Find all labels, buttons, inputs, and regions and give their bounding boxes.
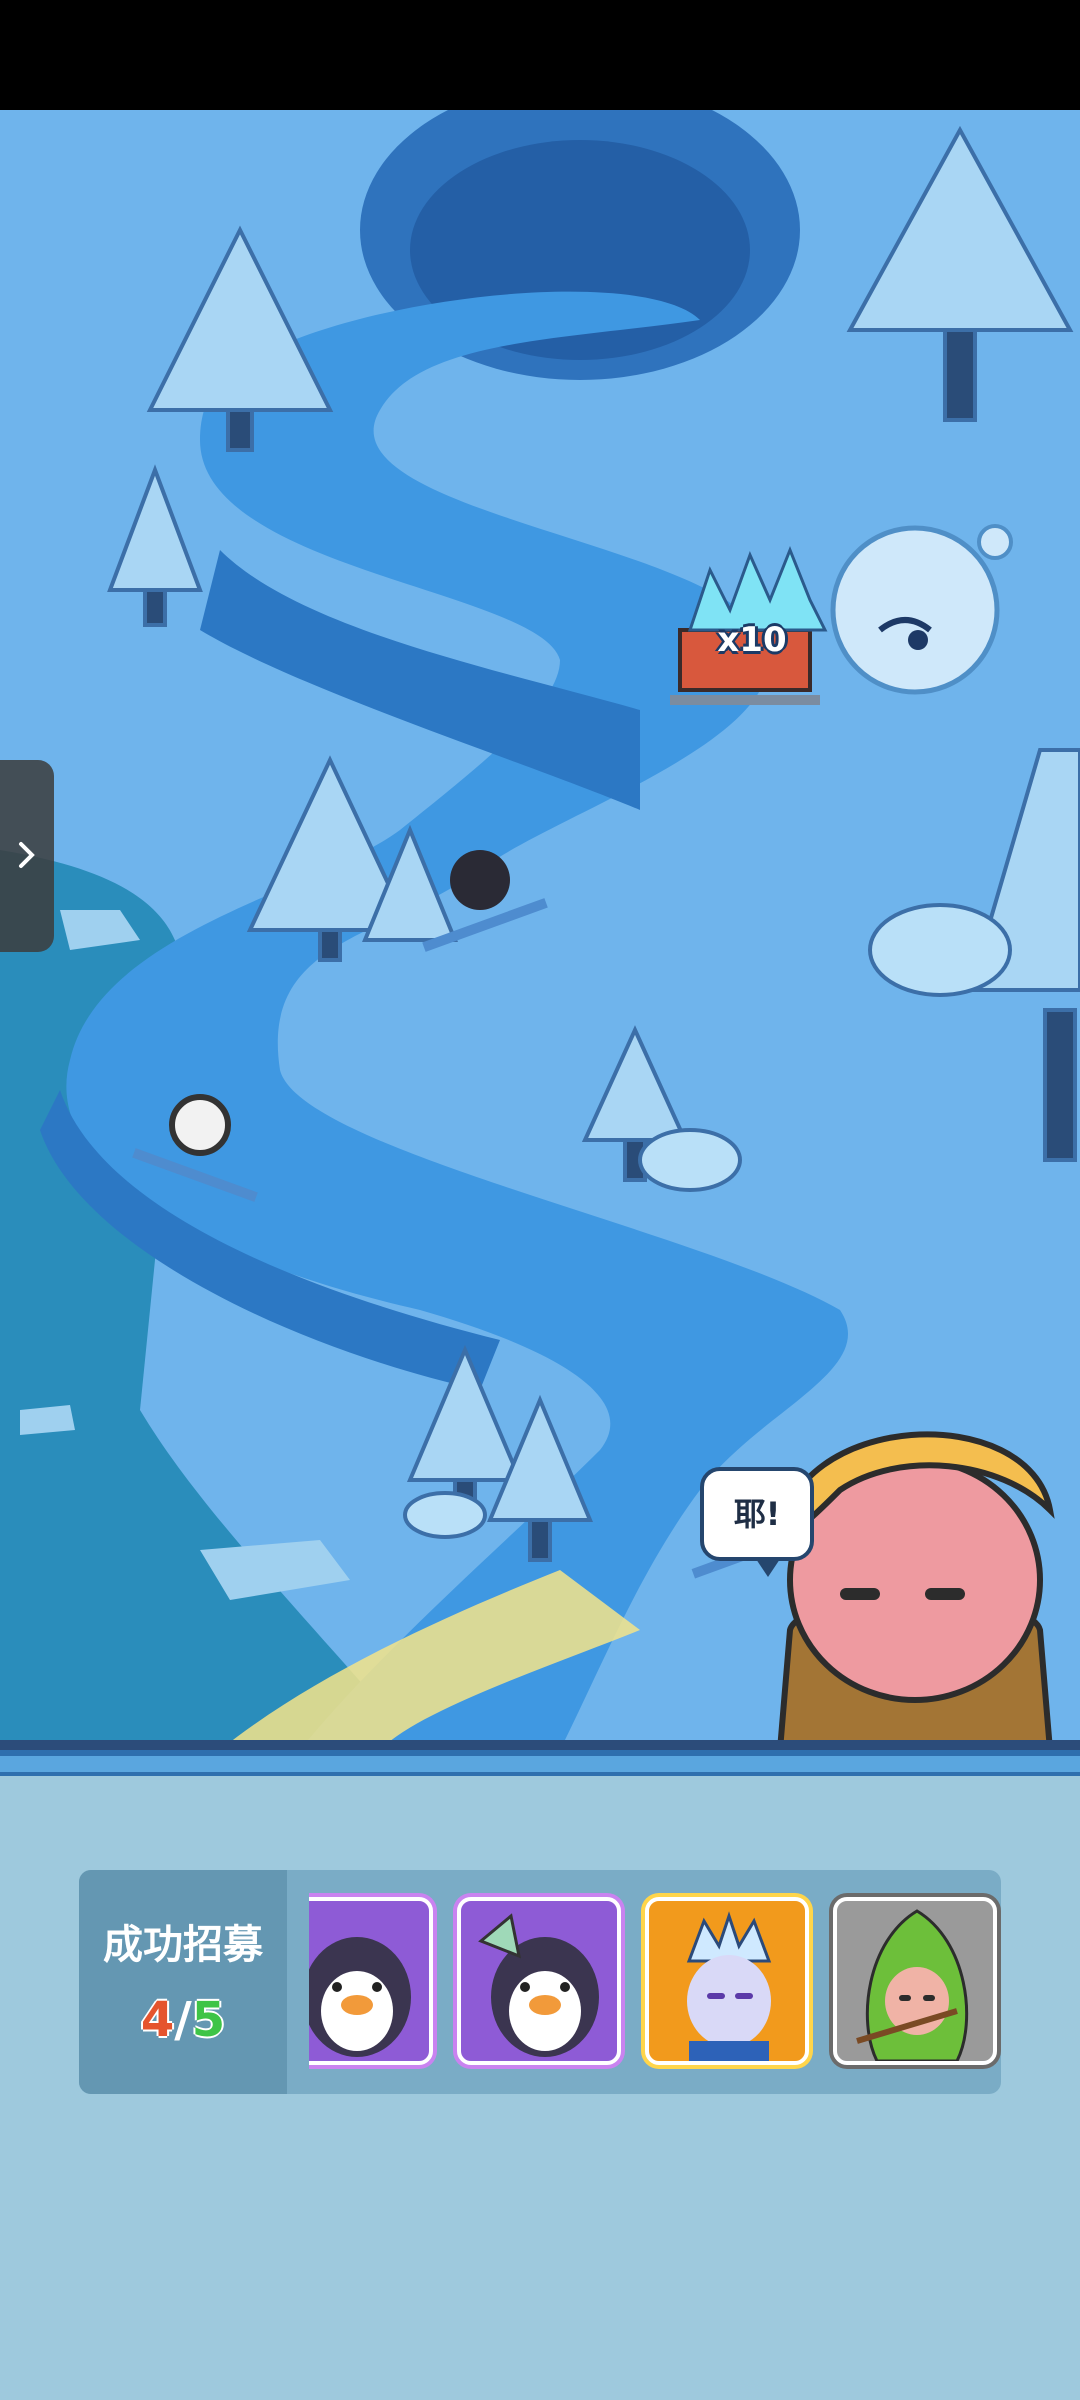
recruit-slot-green-hooded-archer[interactable] bbox=[833, 1897, 997, 2065]
recruit-panel: 成功招募 4/5 bbox=[79, 1870, 1001, 2094]
recruit-count-separator: / bbox=[174, 1992, 192, 2048]
ice-landscape bbox=[0, 110, 1080, 1750]
recruit-slot-ice-queen[interactable] bbox=[645, 1897, 809, 2065]
speech-bubble: 耶! bbox=[700, 1467, 814, 1577]
recruit-header: 成功招募 4/5 bbox=[79, 1870, 287, 2094]
recruit-total-count: 5 bbox=[191, 1992, 226, 2048]
chevron-right-icon bbox=[19, 842, 35, 868]
ice-queen-icon bbox=[686, 1911, 772, 2061]
blonde-hero-portrait bbox=[776, 1431, 1055, 1750]
recruit-count: 4/5 bbox=[79, 1992, 287, 2048]
snowball-monster bbox=[830, 525, 1000, 695]
penguin-warrior-icon bbox=[478, 1913, 599, 2057]
side-panel-toggle-button[interactable] bbox=[0, 760, 54, 952]
recruit-current-count: 4 bbox=[140, 1992, 175, 2048]
reward-multiplier-label: x10 bbox=[717, 620, 787, 660]
game-map: x10 耶! bbox=[0, 110, 1080, 1750]
recruit-title: 成功招募 bbox=[103, 1922, 263, 1968]
recruit-slot-penguin-warrior[interactable] bbox=[309, 1897, 433, 2065]
status-bar bbox=[0, 0, 1080, 110]
recruit-slot-penguin-warrior-2[interactable] bbox=[457, 1897, 621, 2065]
scene-divider bbox=[0, 1750, 1080, 1788]
recruit-slots bbox=[309, 1870, 1001, 2094]
penguin-warrior-icon bbox=[309, 1937, 411, 2057]
green-hooded-archer-icon bbox=[856, 1909, 969, 2061]
